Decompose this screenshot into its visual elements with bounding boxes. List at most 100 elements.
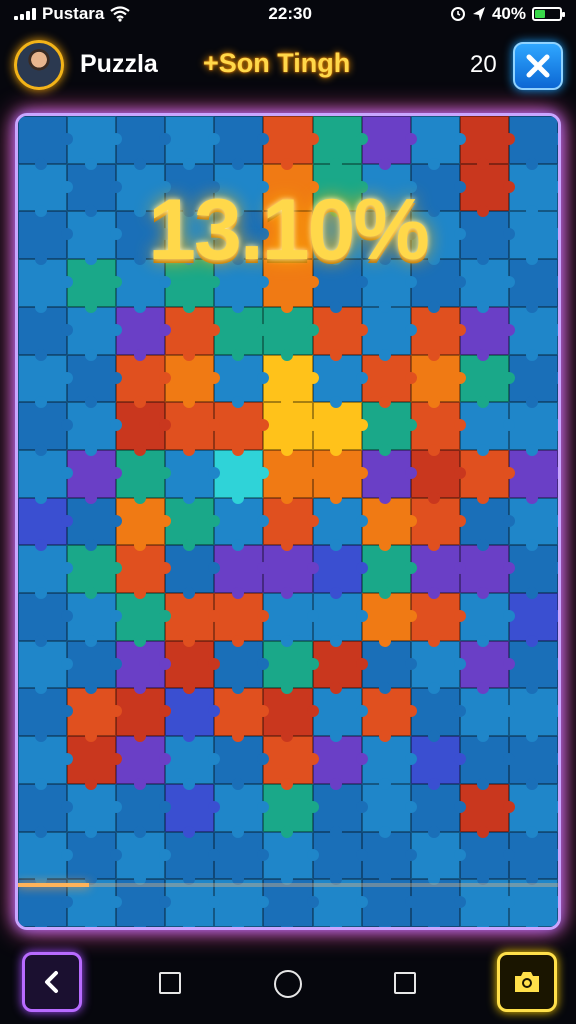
puzzle-piece[interactable]	[508, 449, 558, 504]
puzzle-piece[interactable]	[508, 116, 558, 170]
puzzle-piece[interactable]	[312, 354, 368, 408]
puzzle-piece[interactable]	[263, 354, 319, 408]
puzzle-piece[interactable]	[18, 402, 74, 456]
puzzle-piece[interactable]	[67, 306, 123, 361]
puzzle-piece[interactable]	[263, 688, 319, 742]
puzzle-piece[interactable]	[116, 449, 172, 504]
puzzle-piece[interactable]	[263, 593, 319, 647]
puzzle-piece[interactable]	[410, 831, 466, 885]
puzzle-piece[interactable]	[312, 783, 368, 838]
player-avatar[interactable]	[14, 40, 64, 90]
puzzle-piece[interactable]	[18, 688, 74, 742]
puzzle-piece[interactable]	[18, 116, 74, 170]
puzzle-piece[interactable]	[214, 831, 270, 885]
overview-square-icon[interactable]	[394, 972, 416, 994]
puzzle-piece[interactable]	[67, 116, 123, 170]
puzzle-piece[interactable]	[312, 831, 368, 885]
puzzle-piece[interactable]	[263, 640, 319, 695]
puzzle-piece[interactable]	[312, 640, 368, 695]
puzzle-piece[interactable]	[18, 497, 74, 552]
puzzle-piece[interactable]	[312, 306, 368, 361]
puzzle-piece[interactable]	[459, 783, 516, 838]
puzzle-piece[interactable]	[410, 545, 466, 599]
puzzle-piece[interactable]	[214, 736, 270, 790]
puzzle-piece[interactable]	[410, 783, 466, 838]
puzzle-piece[interactable]	[165, 449, 221, 504]
puzzle-piece[interactable]	[214, 402, 270, 456]
puzzle-piece[interactable]	[508, 593, 558, 647]
puzzle-piece[interactable]	[361, 497, 417, 552]
puzzle-piece[interactable]	[459, 593, 516, 647]
puzzle-piece[interactable]	[18, 736, 74, 790]
puzzle-piece[interactable]	[508, 497, 558, 552]
puzzle-piece[interactable]	[263, 545, 319, 599]
puzzle-piece[interactable]	[165, 831, 221, 885]
puzzle-piece[interactable]	[214, 545, 270, 599]
recents-square-icon[interactable]	[159, 972, 181, 994]
puzzle-piece[interactable]	[459, 306, 516, 361]
puzzle-piece[interactable]	[263, 736, 319, 790]
puzzle-piece[interactable]	[214, 354, 270, 408]
puzzle-piece[interactable]	[214, 640, 270, 695]
puzzle-piece[interactable]	[214, 449, 270, 504]
puzzle-piece[interactable]	[214, 593, 270, 647]
puzzle-piece[interactable]	[165, 545, 221, 599]
puzzle-piece[interactable]	[312, 497, 368, 552]
puzzle-piece[interactable]	[312, 593, 368, 647]
puzzle-piece[interactable]	[18, 593, 74, 647]
puzzle-piece[interactable]	[67, 831, 123, 885]
puzzle-piece[interactable]	[410, 306, 466, 361]
puzzle-piece[interactable]	[18, 306, 74, 361]
close-button[interactable]	[513, 42, 563, 90]
puzzle-piece[interactable]	[361, 116, 417, 170]
home-circle-icon[interactable]	[274, 970, 302, 998]
puzzle-piece[interactable]	[165, 306, 221, 361]
puzzle-piece[interactable]	[508, 354, 558, 408]
puzzle-piece[interactable]	[312, 688, 368, 742]
puzzle-piece[interactable]	[214, 497, 270, 552]
puzzle-piece[interactable]	[508, 736, 558, 790]
puzzle-piece[interactable]	[67, 497, 123, 552]
puzzle-piece[interactable]	[67, 736, 123, 790]
puzzle-piece[interactable]	[18, 545, 74, 599]
puzzle-piece[interactable]	[410, 354, 466, 408]
puzzle-piece[interactable]	[116, 402, 172, 456]
puzzle-piece[interactable]	[116, 593, 172, 647]
puzzle-piece[interactable]	[459, 831, 516, 885]
puzzle-piece[interactable]	[508, 545, 558, 599]
puzzle-piece[interactable]	[459, 497, 516, 552]
puzzle-piece[interactable]	[67, 640, 123, 695]
puzzle-piece[interactable]	[214, 783, 270, 838]
puzzle-piece[interactable]	[214, 116, 270, 170]
puzzle-piece[interactable]	[361, 402, 417, 456]
puzzle-piece[interactable]	[361, 545, 417, 599]
puzzle-piece[interactable]	[410, 593, 466, 647]
puzzle-piece[interactable]	[263, 402, 319, 456]
puzzle-piece[interactable]	[67, 783, 123, 838]
puzzle-piece[interactable]	[361, 688, 417, 742]
puzzle-piece[interactable]	[116, 688, 172, 742]
puzzle-piece[interactable]	[508, 783, 558, 838]
puzzle-piece[interactable]	[312, 736, 368, 790]
puzzle-piece[interactable]	[459, 402, 516, 456]
puzzle-piece[interactable]	[165, 354, 221, 408]
puzzle-piece[interactable]	[116, 783, 172, 838]
puzzle-piece[interactable]	[410, 640, 466, 695]
puzzle-piece[interactable]	[116, 640, 172, 695]
puzzle-piece[interactable]	[361, 593, 417, 647]
puzzle-piece[interactable]	[18, 640, 74, 695]
puzzle-piece[interactable]	[116, 116, 172, 170]
puzzle-piece[interactable]	[410, 402, 466, 456]
puzzle-piece[interactable]	[116, 306, 172, 361]
puzzle-piece[interactable]	[165, 497, 221, 552]
puzzle-piece[interactable]	[459, 449, 516, 504]
puzzle-piece[interactable]	[165, 402, 221, 456]
puzzle-piece[interactable]	[459, 545, 516, 599]
puzzle-piece[interactable]	[18, 831, 74, 885]
puzzle-piece[interactable]	[361, 306, 417, 361]
puzzle-piece[interactable]	[508, 831, 558, 885]
puzzle-piece[interactable]	[312, 402, 368, 456]
puzzle-piece[interactable]	[263, 831, 319, 885]
puzzle-piece[interactable]	[361, 449, 417, 504]
puzzle-piece[interactable]	[165, 640, 221, 695]
